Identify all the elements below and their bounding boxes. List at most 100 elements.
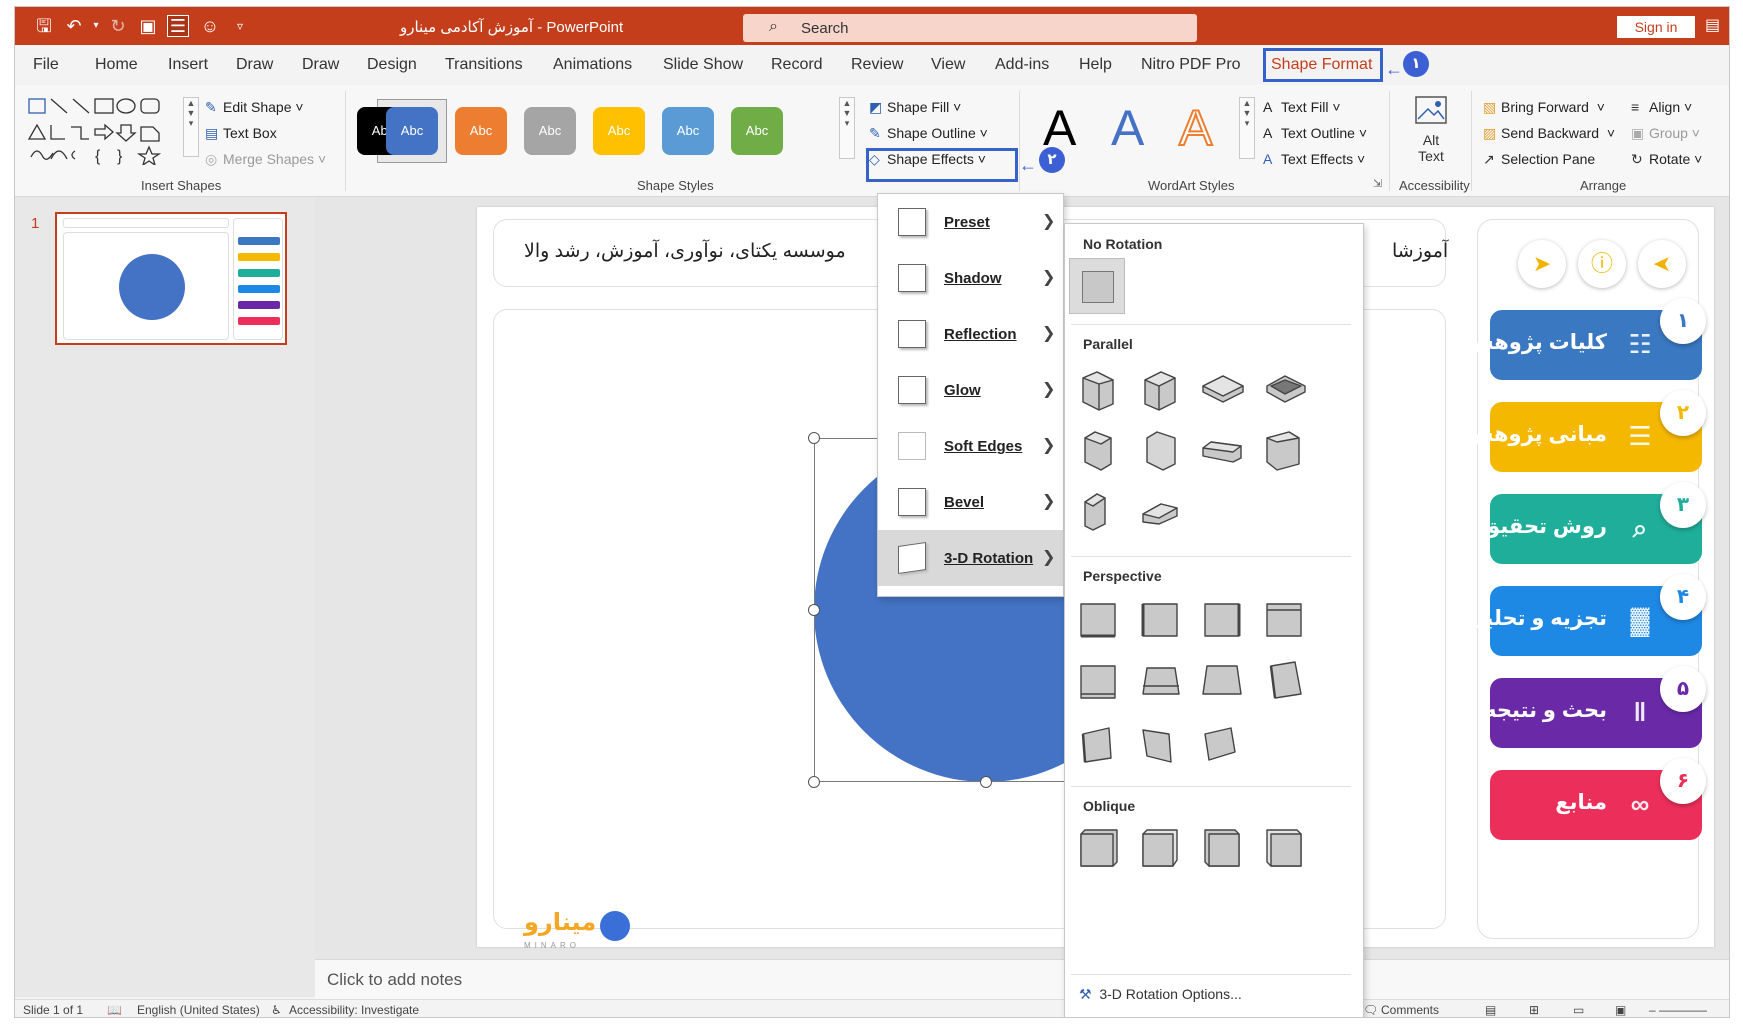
shapes-gallery-scroll[interactable]: ▲ ▼ ▾ — [183, 97, 199, 157]
search-input[interactable]: ⌕ Search — [743, 14, 1197, 42]
menu-item-analysis[interactable]: تجزیه و تحلیل ▓ ۴ — [1467, 574, 1706, 656]
present-icon[interactable]: ▣ — [137, 15, 159, 37]
effects-soft-edges[interactable]: Soft Edges ❯ — [878, 418, 1063, 474]
text-outline-button[interactable]: A Text Outline ˅ — [1263, 125, 1367, 141]
spellcheck-icon[interactable]: 📖 — [107, 1003, 122, 1017]
notes-pane[interactable]: Click to add notes — [315, 959, 1729, 999]
style-swatch-gold[interactable]: Abc — [593, 107, 645, 155]
customize-toolbar-icon[interactable]: ▿ — [229, 15, 251, 37]
effects-reflection[interactable]: Reflection ❯ — [878, 306, 1063, 362]
align-button[interactable]: ≡ Align ˅ — [1631, 99, 1692, 115]
tab-add-ins[interactable]: Add-ins — [995, 56, 1049, 74]
slide-thumbnail[interactable] — [55, 212, 287, 345]
sorter-view-button[interactable]: ⊞ — [1529, 1003, 1539, 1017]
text-fill-button[interactable]: A Text Fill ˅ — [1263, 99, 1341, 115]
no-rotation-heading: No Rotation — [1083, 236, 1163, 252]
perspective-presets[interactable] — [1065, 590, 1363, 780]
edit-shape-button[interactable]: ✎ Edit Shape ˅ — [205, 99, 304, 116]
tab-record[interactable]: Record — [771, 56, 823, 74]
undo-dropdown-icon[interactable]: ▾ — [85, 15, 107, 37]
divider — [1071, 974, 1351, 975]
save-icon[interactable]: 🖫 — [33, 15, 55, 37]
tab-nitro-pdf[interactable]: Nitro PDF Pro — [1141, 56, 1241, 74]
tab-draw[interactable]: Draw — [236, 56, 273, 74]
align-icon: ≡ — [1631, 99, 1640, 115]
zoom-slider[interactable]: – ―――― — [1649, 1003, 1707, 1017]
resize-handle[interactable] — [808, 776, 820, 788]
nav-back-icon[interactable]: ➤ — [1518, 240, 1566, 288]
ribbon: { } ▲ ▼ ▾ ✎ Edit Shape ˅ ▤ Text Box ◎ Merge S… — [15, 85, 1729, 197]
wordart-blue[interactable]: A — [1111, 99, 1144, 157]
style-swatch-green[interactable]: Abc — [731, 107, 783, 155]
tab-draw-2[interactable]: Draw — [302, 56, 339, 74]
shape-fill-button[interactable]: ◩ Shape Fill ˅ — [869, 99, 961, 116]
language-status[interactable]: English (United States) — [137, 1003, 260, 1017]
tab-slide-show[interactable]: Slide Show — [663, 56, 743, 74]
tab-home[interactable]: Home — [95, 56, 138, 74]
redo-icon[interactable]: ↻ — [107, 15, 129, 37]
reading-view-button[interactable]: ▭ — [1573, 1003, 1584, 1017]
rotate-button[interactable]: ↻ Rotate ˅ — [1631, 151, 1702, 168]
wordart-black[interactable]: A — [1043, 99, 1076, 157]
wordart-orange[interactable]: A — [1178, 99, 1213, 157]
effects-shadow[interactable]: Shadow ❯ — [878, 250, 1063, 306]
chevron-right-icon: ❯ — [1042, 213, 1056, 230]
styles-gallery-scroll[interactable]: ▲ ▼ ▾ — [839, 97, 855, 159]
style-swatch-gray[interactable]: Abc — [524, 107, 576, 155]
clipboard-icon: ☷ — [1628, 329, 1652, 359]
rotation-options-link[interactable]: ⚒ 3-D Rotation Options... — [1079, 986, 1242, 1003]
tab-animations[interactable]: Animations — [553, 56, 632, 74]
dialog-launcher-icon[interactable]: ⇲ — [1373, 177, 1382, 190]
undo-icon[interactable]: ↶ — [63, 15, 85, 37]
tab-view[interactable]: View — [931, 56, 965, 74]
callout-badge-1: ۱ — [1403, 51, 1429, 77]
tab-review[interactable]: Review — [851, 56, 903, 74]
shape-outline-button[interactable]: ✎ Shape Outline ˅ — [869, 125, 988, 142]
tab-design[interactable]: Design — [367, 56, 417, 74]
text-effects-button[interactable]: A Text Effects ˅ — [1263, 151, 1365, 167]
rotation-none[interactable] — [1069, 258, 1125, 314]
shape-effects-menu: Preset ❯ Shadow ❯ Reflection ❯ Glow ❯ So… — [877, 193, 1064, 597]
sign-in-button[interactable]: Sign in — [1617, 16, 1695, 38]
menu-item-overview[interactable]: کلیات پژوهش ☷ ۱ — [1465, 298, 1706, 380]
style-swatch-blue[interactable]: Abc — [386, 107, 438, 155]
tab-insert[interactable]: Insert — [168, 56, 208, 74]
text-box-button[interactable]: ▤ Text Box — [205, 125, 277, 142]
resize-handle[interactable] — [808, 432, 820, 444]
effects-3d-rotation[interactable]: 3-D Rotation ❯ — [878, 530, 1063, 586]
send-backward-button[interactable]: ▨ Send Backward ˅ — [1483, 125, 1615, 142]
menu-item-method[interactable]: روش تحقیق ⌕ ۳ — [1481, 482, 1706, 564]
normal-view-icon[interactable]: ☰ — [167, 15, 189, 37]
oblique-presets[interactable] — [1065, 820, 1363, 880]
style-swatch-lightblue[interactable]: Abc — [662, 107, 714, 155]
slide-menu-panel: ➤ ⓘ ➤ کلیات پژوهش ☷ ۱ مبانی پژوهش ☰ ۲ رو… — [1464, 219, 1706, 939]
alt-text-button[interactable]: Alt Text — [1409, 93, 1453, 173]
menu-item-discussion[interactable]: بحث و نتیجه ‖ ۵ — [1484, 666, 1706, 748]
ribbon-display-icon[interactable]: ▤ — [1705, 15, 1720, 35]
slideshow-view-button[interactable]: ▣ — [1615, 1003, 1626, 1017]
comments-button[interactable]: Comments — [1381, 1003, 1439, 1017]
effects-bevel[interactable]: Bevel ❯ — [878, 474, 1063, 530]
resize-handle[interactable] — [808, 604, 820, 616]
nav-forward-icon[interactable]: ➤ — [1638, 240, 1686, 288]
selection-pane-button[interactable]: ↗ Selection Pane — [1483, 151, 1595, 168]
tab-file[interactable]: File — [33, 56, 59, 74]
resize-handle[interactable] — [980, 776, 992, 788]
callout-arrow-icon: ← — [1385, 59, 1403, 79]
bring-forward-button[interactable]: ▧ Bring Forward ˅ — [1483, 99, 1605, 116]
menu-item-foundations[interactable]: مبانی پژوهش ☰ ۲ — [1464, 390, 1706, 472]
theme-icon[interactable]: ☺ — [199, 15, 221, 37]
tab-transitions[interactable]: Transitions — [445, 56, 523, 74]
accessibility-status[interactable]: Accessibility: Investigate — [289, 1003, 419, 1017]
chevron-right-icon: ❯ — [1042, 269, 1056, 286]
nav-info-icon[interactable]: ⓘ — [1578, 240, 1626, 288]
parallel-presets[interactable] — [1065, 358, 1363, 548]
tab-help[interactable]: Help — [1079, 56, 1112, 74]
menu-item-references[interactable]: منابع ∞ ۶ — [1490, 758, 1706, 840]
wordart-gallery-scroll[interactable]: ▲ ▼ ▾ — [1239, 97, 1255, 159]
shapes-gallery[interactable]: { } — [25, 93, 183, 165]
effects-preset[interactable]: Preset ❯ — [878, 194, 1063, 250]
normal-view-button[interactable]: ▤ — [1485, 1003, 1496, 1017]
effects-glow[interactable]: Glow ❯ — [878, 362, 1063, 418]
style-swatch-orange[interactable]: Abc — [455, 107, 507, 155]
